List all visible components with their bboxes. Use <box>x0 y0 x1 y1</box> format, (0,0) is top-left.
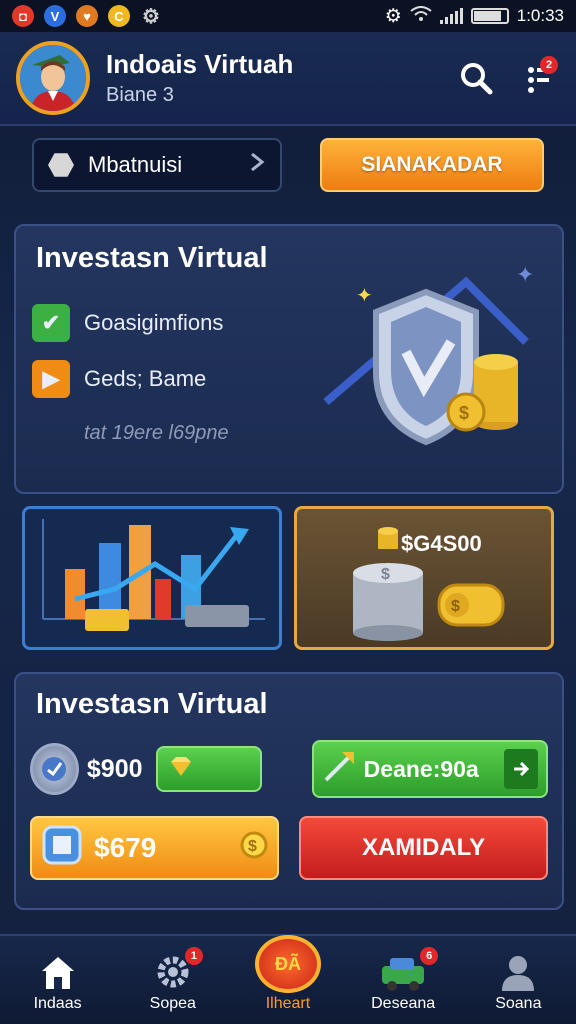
menu-icon[interactable]: 2 <box>516 56 560 100</box>
nav-item-settings[interactable]: 1 Sopea <box>123 935 223 1024</box>
clock: 1:0:33 <box>516 6 564 25</box>
list-item[interactable]: ▶ Geds; Bame <box>32 360 206 398</box>
check-icon: ✔ <box>32 304 70 342</box>
car-icon: 6 <box>378 947 439 995</box>
signal-icon <box>439 8 463 24</box>
notification-icons: ◘ V ♥ C ⚙ <box>12 5 162 28</box>
red-action-button[interactable]: XAMIDALY <box>299 816 548 880</box>
selector-label: Mbatnuisi <box>88 152 183 177</box>
chart-tile[interactable] <box>22 506 282 650</box>
nav-badge: 6 <box>420 947 439 965</box>
svg-text:$: $ <box>381 566 390 583</box>
tile-amount: $G4S00 <box>401 531 482 556</box>
panel-title: Investasn Virtual <box>36 688 268 720</box>
app-red-icon: ◘ <box>12 5 34 27</box>
app-gear-icon: ⚙ <box>142 5 160 28</box>
growth-chart-illustration <box>42 519 265 631</box>
hexagon-icon <box>48 153 74 177</box>
coin-icon: $ <box>239 830 269 867</box>
orange-action-button[interactable]: SIANAKADAR <box>320 138 544 192</box>
svg-text:✦: ✦ <box>356 285 373 307</box>
status-bar: ◘ V ♥ C ⚙ ⚙ 1:0:33 <box>0 0 576 32</box>
nav-label: Ilheart <box>265 995 311 1012</box>
app-orange-shield-icon: ♥ <box>76 5 98 27</box>
nav-label: Deseana <box>371 995 436 1012</box>
list-item[interactable]: ✔ Goasigimfions <box>32 304 223 342</box>
category-selector[interactable]: Mbatnuisi <box>32 138 282 192</box>
center-badge-icon: ĐÃ <box>254 935 321 993</box>
nav-item-center[interactable]: ĐÃ Ilheart <box>238 935 338 1024</box>
app-blue-v-icon: V <box>44 5 66 27</box>
green-action-label: Deane:90a <box>363 755 479 782</box>
nav-label: Indaas <box>33 995 82 1012</box>
silver-coins-icon: $ $ <box>353 563 505 641</box>
cube-icon <box>40 823 84 874</box>
wifi-icon <box>410 5 432 27</box>
settings-icon: ⚙ <box>384 5 402 27</box>
chevron-right-icon <box>248 151 266 179</box>
green-action-button[interactable]: Deane:90a <box>311 740 548 798</box>
investment-actions-panel: Investasn Virtual $900 Deane:90a $679 $ … <box>14 672 564 910</box>
nav-label: Soana <box>495 995 542 1012</box>
yellow-amount-button[interactable]: $679 $ <box>30 816 280 880</box>
coin-stack-icon <box>378 527 398 549</box>
app-yellow-c-icon: C <box>108 5 130 27</box>
action-row-1: $900 Deane:90a <box>30 740 548 798</box>
svg-text:✦: ✦ <box>516 262 534 287</box>
amount-label: $900 <box>86 754 143 783</box>
app-header: Indoais Virtuah Biane 3 2 <box>0 32 576 126</box>
bottom-navigation: Indaas 1 Sopea ĐÃ Ilheart 6 Deseana Soan… <box>0 934 576 1024</box>
list-item-label: Goasigimfions <box>84 310 224 335</box>
user-icon <box>500 949 536 995</box>
nav-item-home[interactable]: Indaas <box>8 935 108 1024</box>
faded-caption: tat 19ere l69pne <box>84 422 229 444</box>
svg-text:$: $ <box>459 403 469 423</box>
avatar[interactable] <box>16 41 90 115</box>
shield-coins-illustration: ✦ ✦ $ <box>323 262 534 446</box>
header-title: Indoais Virtuah <box>106 49 294 79</box>
nav-badge: 1 <box>184 947 203 965</box>
yellow-amount-label: $679 <box>94 832 157 863</box>
arrow-icon <box>322 748 358 790</box>
controls-row: Mbatnuisi SIANAKADAR <box>32 138 544 192</box>
green-small-button[interactable] <box>156 746 262 792</box>
action-row-2: $679 $ XAMIDALY <box>30 816 548 880</box>
target-coin-icon <box>30 743 79 795</box>
panel-title: Investasn Virtual <box>36 242 268 274</box>
flag-icon: ▶ <box>32 360 70 398</box>
svg-text:$: $ <box>248 838 257 855</box>
nav-item-profile[interactable]: Soana <box>468 935 568 1024</box>
notification-badge: 2 <box>540 56 558 74</box>
search-icon[interactable] <box>454 56 498 100</box>
battery-icon <box>470 8 509 24</box>
svg-text:$: $ <box>451 598 460 615</box>
coins-tile[interactable]: $G4S00 $ $ <box>294 506 554 650</box>
list-item-label: Geds; Bame <box>84 366 207 391</box>
arrow-right-icon <box>504 749 538 789</box>
header-subtitle: Biane 3 <box>106 84 174 106</box>
investment-panel: Investasn Virtual ✔ Goasigimfions ▶ Geds… <box>14 224 564 494</box>
nav-label: Sopea <box>149 995 196 1012</box>
nav-item-vehicle[interactable]: 6 Deseana <box>353 935 453 1024</box>
home-icon <box>38 949 78 995</box>
gem-icon <box>168 756 194 783</box>
gear-icon: 1 <box>153 947 203 995</box>
